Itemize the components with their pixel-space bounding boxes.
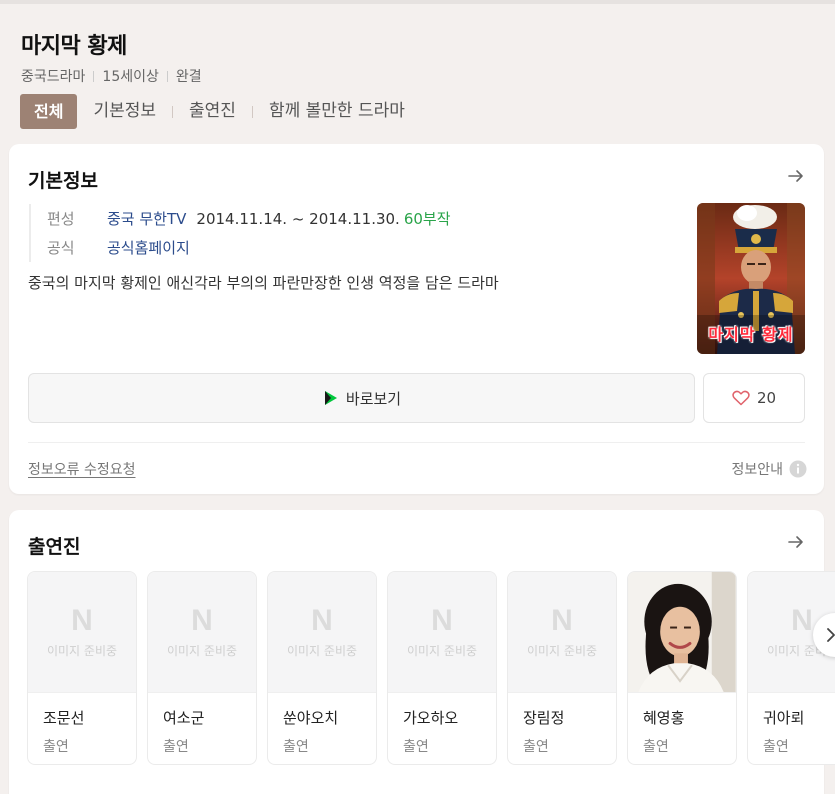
basic-info-card: 기본정보 편성 중국 무한TV 2014.11.14. ~ 2014.11.30… bbox=[9, 144, 824, 494]
arrow-right-icon[interactable] bbox=[786, 166, 806, 186]
cast-item[interactable]: 혜영홍 출연 bbox=[627, 571, 737, 765]
like-count: 20 bbox=[756, 389, 777, 407]
cast-item[interactable]: N 이미지 준비중 장림정 출연 bbox=[507, 571, 617, 765]
naver-logo-icon: N bbox=[431, 603, 453, 637]
broadcast-period: 2014.11.14. ~ 2014.11.30. bbox=[196, 209, 400, 228]
cast-name: 조문선 bbox=[43, 709, 85, 727]
cast-item[interactable]: N 이미지 준비중 여소군 출연 bbox=[147, 571, 257, 765]
cast-name: 여소군 bbox=[163, 709, 205, 727]
cast-photo bbox=[628, 572, 736, 693]
page-title: 마지막 황제 bbox=[21, 34, 127, 59]
top-border bbox=[0, 0, 835, 4]
basic-info-title[interactable]: 기본정보 bbox=[28, 166, 98, 193]
meta-status: 완결 bbox=[175, 69, 202, 85]
cast-item[interactable]: N 이미지 준비중 귀아뢰 출연 bbox=[747, 571, 835, 765]
arrow-right-icon[interactable] bbox=[786, 532, 806, 552]
no-image-label: 이미지 준비중 bbox=[46, 643, 118, 658]
cast-role: 출연 bbox=[43, 739, 69, 755]
tab-bar: 전체 기본정보 출연진 함께 볼만한 드라마 bbox=[20, 94, 421, 129]
no-image-label: 이미지 준비중 bbox=[166, 643, 238, 658]
tab-recommended[interactable]: 함께 볼만한 드라마 bbox=[253, 94, 421, 129]
info-guide[interactable]: 정보안내 bbox=[731, 459, 807, 479]
info-row-official: 공식 공식홈페이지 bbox=[47, 233, 451, 262]
cast-role: 출연 bbox=[283, 739, 309, 755]
info-guide-label: 정보안내 bbox=[731, 462, 783, 478]
poster-title-text: 마지막 황제 bbox=[708, 325, 794, 344]
cast-role: 출연 bbox=[523, 739, 549, 755]
cast-name: 쑨야오치 bbox=[283, 709, 339, 727]
tab-cast[interactable]: 출연진 bbox=[173, 94, 252, 129]
meta-genre: 중국드라마 bbox=[21, 69, 86, 85]
cast-role: 출연 bbox=[763, 739, 789, 755]
heart-icon bbox=[732, 390, 750, 406]
cast-name: 장림정 bbox=[523, 709, 565, 727]
watch-now-label: 바로보기 bbox=[345, 389, 402, 408]
info-list: 편성 중국 무한TV 2014.11.14. ~ 2014.11.30. 60부… bbox=[29, 204, 451, 262]
cast-item[interactable]: N 이미지 준비중 가오하오 출연 bbox=[387, 571, 497, 765]
cast-name: 혜영홍 bbox=[643, 709, 685, 727]
cast-item[interactable]: N 이미지 준비중 쑨야오치 출연 bbox=[267, 571, 377, 765]
report-error-link[interactable]: 정보오류 수정요청 bbox=[28, 459, 136, 479]
cast-role: 출연 bbox=[163, 739, 189, 755]
cast-item[interactable]: N 이미지 준비중 조문선 출연 bbox=[27, 571, 137, 765]
info-key-official: 공식 bbox=[47, 239, 75, 257]
info-row-broadcast: 편성 중국 무한TV 2014.11.14. ~ 2014.11.30. 60부… bbox=[47, 204, 451, 233]
cast-placeholder-image: N 이미지 준비중 bbox=[268, 572, 376, 693]
card-divider bbox=[28, 442, 805, 443]
cast-placeholder-image: N 이미지 준비중 bbox=[28, 572, 136, 693]
play-icon bbox=[322, 389, 340, 407]
no-image-label: 이미지 준비중 bbox=[406, 643, 478, 658]
cast-title[interactable]: 출연진 bbox=[28, 532, 80, 559]
naver-logo-icon: N bbox=[311, 603, 333, 637]
tab-basic-info[interactable]: 기본정보 bbox=[77, 94, 172, 129]
meta-rating: 15세이상 bbox=[102, 69, 159, 85]
poster-image[interactable]: 마지막 황제 bbox=[697, 203, 805, 354]
tab-all[interactable]: 전체 bbox=[20, 94, 78, 129]
meta-divider bbox=[166, 70, 168, 82]
synopsis: 중국의 마지막 황제인 애신각라 부의의 파란만장한 인생 역정을 담은 드라마 bbox=[28, 274, 499, 292]
cast-role: 출연 bbox=[643, 739, 669, 755]
chevron-right-icon bbox=[827, 628, 835, 642]
naver-logo-icon: N bbox=[791, 603, 813, 637]
cast-placeholder-image: N 이미지 준비중 bbox=[508, 572, 616, 693]
no-image-label: 이미지 준비중 bbox=[526, 643, 598, 658]
naver-logo-icon: N bbox=[71, 603, 93, 637]
broadcaster-link[interactable]: 중국 무한TV bbox=[107, 208, 186, 229]
no-image-label: 이미지 준비중 bbox=[286, 643, 358, 658]
watch-now-button[interactable]: 바로보기 bbox=[28, 373, 695, 423]
cast-card: 출연진 N 이미지 준비중 조문선 출연 N 이미지 준비중 여소군 출연 N … bbox=[9, 510, 835, 794]
meta-divider bbox=[93, 70, 95, 82]
cast-name: 가오하오 bbox=[403, 709, 459, 727]
episode-count: 60부작 bbox=[403, 210, 451, 228]
cast-placeholder-image: N 이미지 준비중 bbox=[388, 572, 496, 693]
cast-role: 출연 bbox=[403, 739, 429, 755]
cast-list: N 이미지 준비중 조문선 출연 N 이미지 준비중 여소군 출연 N 이미지 … bbox=[27, 571, 835, 765]
meta-info: 중국드라마 15세이상 완결 bbox=[21, 66, 202, 86]
official-homepage-link[interactable]: 공식홈페이지 bbox=[107, 237, 190, 258]
info-key-broadcast: 편성 bbox=[47, 210, 75, 228]
info-icon bbox=[789, 460, 807, 478]
cast-photo-illustration bbox=[628, 572, 736, 692]
like-button[interactable]: 20 bbox=[703, 373, 805, 423]
cast-placeholder-image: N 이미지 준비중 bbox=[148, 572, 256, 693]
cast-name: 귀아뢰 bbox=[763, 709, 805, 727]
naver-logo-icon: N bbox=[191, 603, 213, 637]
naver-logo-icon: N bbox=[551, 603, 573, 637]
